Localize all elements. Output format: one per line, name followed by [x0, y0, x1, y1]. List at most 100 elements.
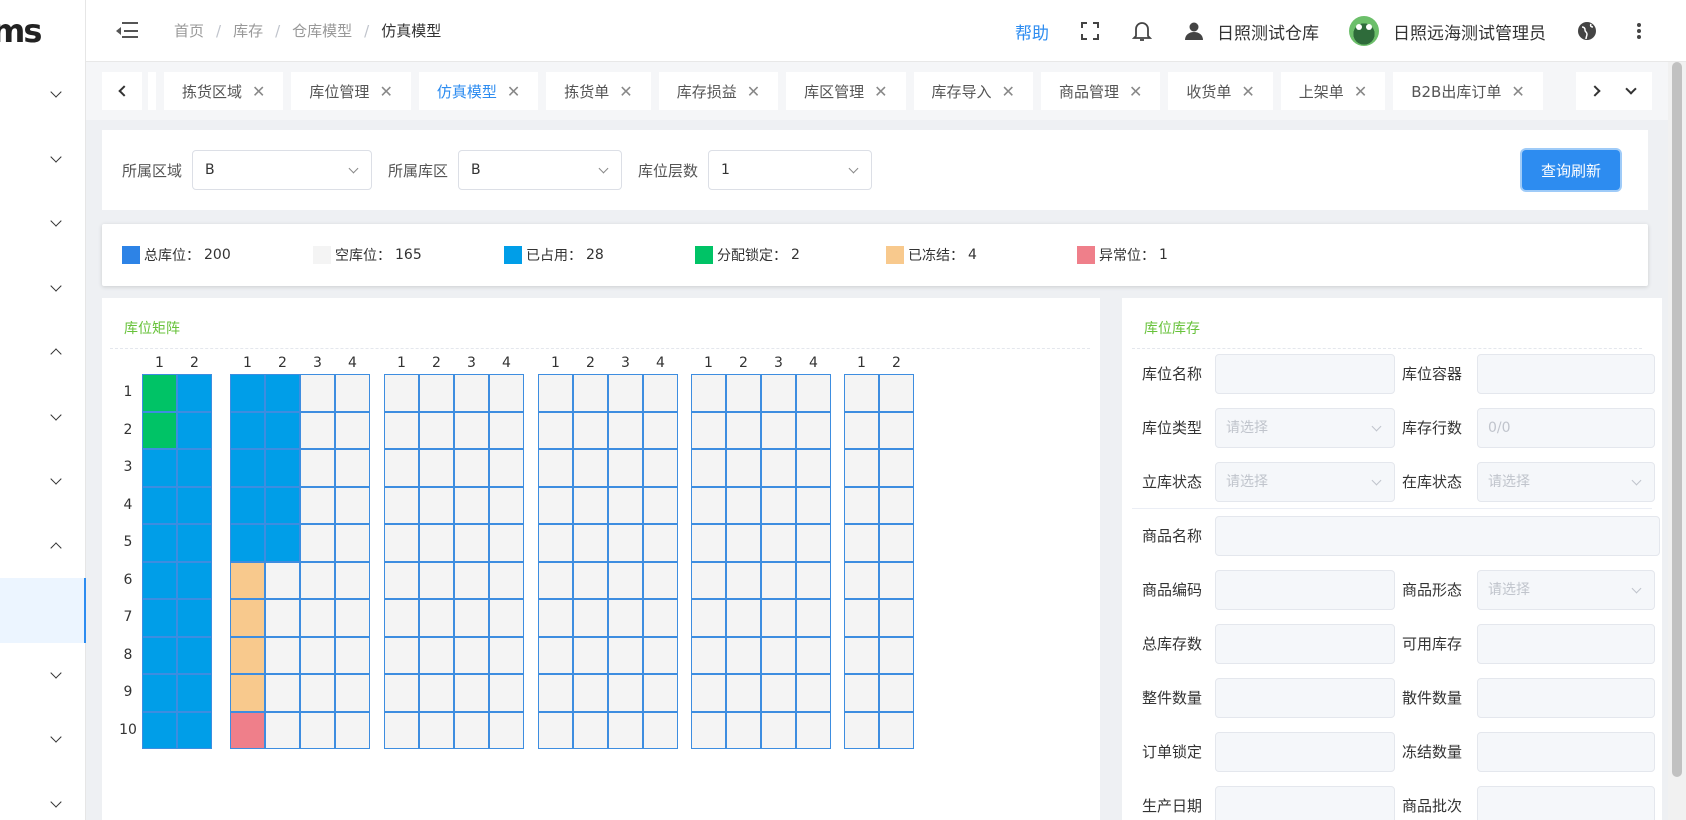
- tab-item[interactable]: B2B出库订单 ✕: [1393, 72, 1543, 110]
- order-locked-input[interactable]: [1215, 732, 1395, 772]
- tab-item[interactable]: 拣货区域 ✕: [164, 72, 284, 110]
- tab-item[interactable]: 商品管理 ✕: [1040, 72, 1161, 110]
- tab-item[interactable]: 库存损益 ✕: [658, 72, 779, 110]
- location-cell[interactable]: [384, 374, 419, 412]
- location-cell[interactable]: [879, 524, 914, 562]
- location-cell[interactable]: [454, 599, 489, 637]
- location-cell[interactable]: [142, 486, 177, 524]
- location-cell[interactable]: [300, 524, 335, 562]
- location-cell[interactable]: [844, 674, 879, 712]
- location-cell[interactable]: [796, 524, 831, 562]
- location-cell[interactable]: [608, 374, 643, 412]
- location-cell[interactable]: [726, 411, 761, 449]
- location-cell[interactable]: [230, 449, 265, 487]
- location-cell[interactable]: [796, 674, 831, 712]
- location-cell[interactable]: [419, 711, 454, 749]
- zone-select[interactable]: B: [458, 150, 623, 190]
- location-cell[interactable]: [419, 524, 454, 562]
- location-cell[interactable]: [265, 374, 300, 412]
- sidebar-item-3[interactable]: [0, 191, 85, 256]
- location-cell[interactable]: [335, 674, 370, 712]
- location-cell[interactable]: [573, 674, 608, 712]
- location-cell[interactable]: [177, 374, 212, 412]
- product-code-input[interactable]: [1215, 570, 1395, 610]
- location-cell[interactable]: [643, 636, 678, 674]
- location-cell[interactable]: [691, 711, 726, 749]
- location-cell[interactable]: [761, 636, 796, 674]
- location-cell[interactable]: [300, 599, 335, 637]
- location-cell[interactable]: [177, 599, 212, 637]
- location-cell[interactable]: [691, 674, 726, 712]
- loose-qty-input[interactable]: [1477, 678, 1655, 718]
- sidebar-item-4[interactable]: [0, 256, 85, 321]
- location-cell[interactable]: [384, 561, 419, 599]
- location-cell[interactable]: [643, 674, 678, 712]
- location-cell[interactable]: [844, 486, 879, 524]
- location-cell[interactable]: [454, 411, 489, 449]
- close-icon[interactable]: ✕: [1511, 82, 1524, 101]
- location-cell[interactable]: [726, 711, 761, 749]
- location-cell[interactable]: [384, 599, 419, 637]
- location-cell[interactable]: [538, 674, 573, 712]
- location-cell[interactable]: [796, 711, 831, 749]
- location-cell[interactable]: [230, 599, 265, 637]
- location-cell[interactable]: [335, 561, 370, 599]
- location-cell[interactable]: [230, 636, 265, 674]
- location-cell[interactable]: [879, 411, 914, 449]
- location-cell[interactable]: [691, 449, 726, 487]
- sidebar-item-11[interactable]: [0, 707, 85, 772]
- location-cell[interactable]: [454, 711, 489, 749]
- in-stock-status-select[interactable]: 请选择: [1477, 462, 1655, 502]
- location-cell[interactable]: [489, 449, 524, 487]
- location-cell[interactable]: [538, 561, 573, 599]
- sidebar-item-7[interactable]: [0, 449, 85, 514]
- location-cell[interactable]: [538, 711, 573, 749]
- location-cell[interactable]: [879, 374, 914, 412]
- sidebar-item-1[interactable]: [0, 62, 85, 127]
- location-cell[interactable]: [879, 674, 914, 712]
- tab-partial[interactable]: [148, 72, 156, 110]
- sidebar-item-5[interactable]: [0, 320, 85, 385]
- location-cell[interactable]: [643, 599, 678, 637]
- location-cell[interactable]: [489, 411, 524, 449]
- location-cell[interactable]: [265, 524, 300, 562]
- location-cell[interactable]: [691, 486, 726, 524]
- location-cell[interactable]: [573, 561, 608, 599]
- location-cell[interactable]: [879, 711, 914, 749]
- location-cell[interactable]: [454, 374, 489, 412]
- location-cell[interactable]: [230, 411, 265, 449]
- bell-icon[interactable]: [1131, 20, 1153, 42]
- location-cell[interactable]: [608, 486, 643, 524]
- location-cell[interactable]: [643, 449, 678, 487]
- warehouse-status-select[interactable]: 请选择: [1215, 462, 1395, 502]
- location-cell[interactable]: [844, 449, 879, 487]
- location-cell[interactable]: [691, 374, 726, 412]
- location-cell[interactable]: [419, 599, 454, 637]
- location-cell[interactable]: [335, 524, 370, 562]
- location-cell[interactable]: [643, 411, 678, 449]
- close-icon[interactable]: ✕: [1241, 82, 1254, 101]
- location-cell[interactable]: [489, 524, 524, 562]
- close-icon[interactable]: ✕: [1129, 82, 1142, 101]
- location-container-input[interactable]: [1477, 354, 1655, 394]
- location-cell[interactable]: [230, 561, 265, 599]
- location-cell[interactable]: [454, 674, 489, 712]
- close-icon[interactable]: ✕: [507, 82, 520, 101]
- location-cell[interactable]: [419, 486, 454, 524]
- location-cell[interactable]: [608, 636, 643, 674]
- location-cell[interactable]: [177, 674, 212, 712]
- location-cell[interactable]: [142, 599, 177, 637]
- location-cell[interactable]: [454, 636, 489, 674]
- tab-item[interactable]: 库区管理 ✕: [786, 72, 906, 110]
- location-cell[interactable]: [265, 636, 300, 674]
- location-cell[interactable]: [538, 636, 573, 674]
- location-cell[interactable]: [454, 524, 489, 562]
- location-cell[interactable]: [573, 711, 608, 749]
- location-cell[interactable]: [489, 636, 524, 674]
- location-cell[interactable]: [573, 636, 608, 674]
- location-cell[interactable]: [489, 561, 524, 599]
- location-cell[interactable]: [573, 524, 608, 562]
- tab-item[interactable]: 仿真模型 ✕: [418, 72, 539, 110]
- location-cell[interactable]: [538, 449, 573, 487]
- location-cell[interactable]: [419, 411, 454, 449]
